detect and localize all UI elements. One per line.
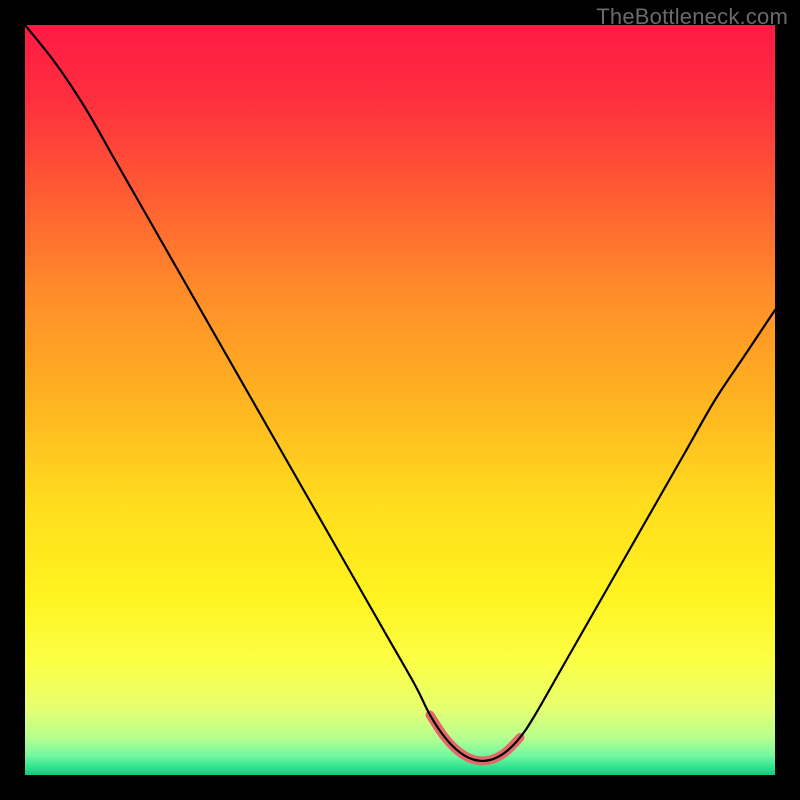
bottleneck-curve bbox=[25, 25, 775, 761]
chart-frame: TheBottleneck.com bbox=[0, 0, 800, 800]
watermark-label: TheBottleneck.com bbox=[596, 4, 788, 30]
plot-area bbox=[25, 25, 775, 775]
curve-layer bbox=[25, 25, 775, 775]
min-highlight bbox=[430, 715, 520, 761]
